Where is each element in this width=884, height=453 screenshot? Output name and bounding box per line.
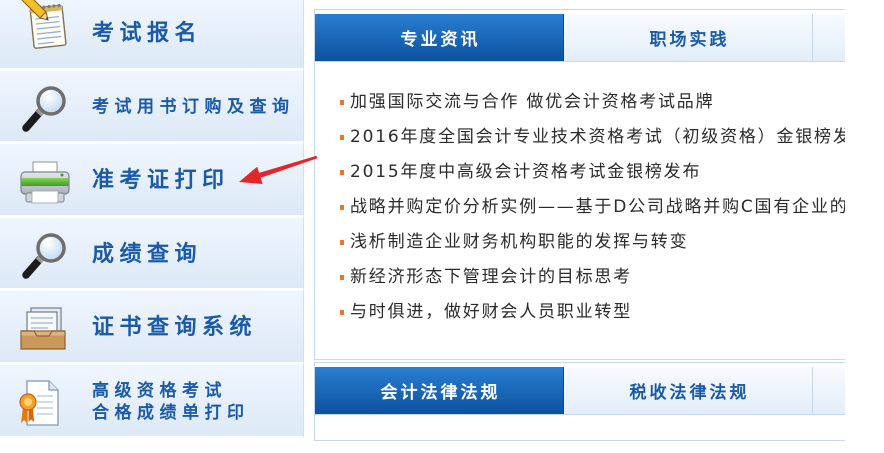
certificate-ribbon-icon — [19, 380, 59, 426]
news-title: 2016年度全国会计专业技术资格考试（初级资格）金银榜发 — [350, 126, 845, 147]
tab-tax-law[interactable]: 税收法律法规 — [564, 367, 813, 414]
news-title: 浅析制造企业财务机构职能的发挥与转变 — [350, 231, 689, 252]
sidebar-item-label-line: 合格成绩单打印 — [92, 402, 250, 423]
law-tab-bar: 会计法律法规 税收法律法规 — [315, 367, 845, 415]
news-title: 加强国际交流与合作 做优会计资格考试品牌 — [350, 91, 715, 112]
tab-label: 会计法律法规 — [380, 383, 501, 403]
tab-workplace-practice[interactable]: 职场实践 — [564, 14, 813, 61]
printer-icon — [20, 161, 70, 204]
sidebar-item-label: 成绩查询 — [92, 241, 203, 267]
news-list: 加强国际交流与合作 做优会计资格考试品牌 2016年度全国会计专业技术资格考试（… — [315, 62, 845, 330]
sidebar-item-label: 考试用书订购及查询 — [92, 97, 295, 118]
sidebar-item-score-query[interactable]: 成绩查询 — [0, 216, 304, 291]
sidebar-item-label: 准考证打印 — [92, 167, 230, 193]
tab-label: 专业资讯 — [400, 30, 481, 50]
list-item[interactable]: 加强国际交流与合作 做优会计资格考试品牌 — [340, 85, 845, 120]
bullet-icon — [340, 204, 344, 210]
bullet-icon — [340, 99, 344, 105]
tab-label: 税收法律法规 — [629, 383, 750, 403]
tab-accounting-law[interactable]: 会计法律法规 — [315, 367, 564, 414]
list-item[interactable]: 2016年度全国会计专业技术资格考试（初级资格）金银榜发 — [340, 120, 845, 155]
sidebar-item-label-line: 高级资格考试 — [92, 380, 227, 401]
law-panel: 会计法律法规 税收法律法规 — [314, 362, 845, 441]
news-panel: 专业资讯 职场实践 加强国际交流与合作 做优会计资格考试品牌 2016年度全国会… — [314, 9, 845, 360]
sidebar-item-label: 考试报名 — [92, 20, 203, 46]
sidebar-item-book-order[interactable]: 考试用书订购及查询 — [0, 69, 304, 144]
sidebar-item-label: 高级资格考试 合格成绩单打印 — [92, 380, 250, 424]
list-item[interactable]: 战略并购定价分析实例——基于D公司战略并购C国有企业的 — [340, 190, 845, 225]
notepad-pencil-icon — [21, 0, 67, 49]
bullet-icon — [340, 239, 344, 245]
bullet-icon — [340, 169, 344, 175]
sidebar-item-exam-registration[interactable]: 考试报名 — [0, 0, 304, 70]
bullet-icon — [340, 274, 344, 280]
list-item[interactable]: 新经济形态下管理会计的目标思考 — [340, 260, 845, 295]
sidebar-item-label: 证书查询系统 — [92, 315, 258, 341]
magnifier-icon — [22, 85, 66, 132]
sidebar-menu: 考试报名 考试用书订购及查询 准考证打印 成绩查询 证书查询系统 高级资格考试 … — [0, 0, 304, 438]
list-item[interactable]: 2015年度中高级会计资格考试金银榜发布 — [340, 155, 845, 190]
news-title: 战略并购定价分析实例——基于D公司战略并购C国有企业的 — [350, 196, 845, 217]
sidebar-item-senior-score-print[interactable]: 高级资格考试 合格成绩单打印 — [0, 363, 304, 438]
tab-professional-info[interactable]: 专业资讯 — [315, 14, 564, 61]
tab-more[interactable] — [813, 14, 845, 61]
news-title: 2015年度中高级会计资格考试金银榜发布 — [350, 161, 702, 182]
certificate-stack-icon — [20, 307, 66, 350]
bullet-icon — [340, 309, 344, 315]
tab-label: 职场实践 — [649, 30, 730, 50]
list-item[interactable]: 浅析制造企业财务机构职能的发挥与转变 — [340, 225, 845, 260]
tab-more[interactable] — [813, 367, 845, 414]
news-title: 与时俱进，做好财会人员职业转型 — [350, 301, 632, 322]
bullet-icon — [340, 134, 344, 140]
list-item[interactable]: 与时俱进，做好财会人员职业转型 — [340, 295, 845, 330]
sidebar-item-admission-ticket-print[interactable]: 准考证打印 — [0, 143, 304, 217]
news-title: 新经济形态下管理会计的目标思考 — [350, 266, 632, 287]
magnifier-icon — [22, 233, 66, 279]
news-tab-bar: 专业资讯 职场实践 — [315, 14, 845, 62]
sidebar-item-certificate-query[interactable]: 证书查询系统 — [0, 290, 304, 364]
